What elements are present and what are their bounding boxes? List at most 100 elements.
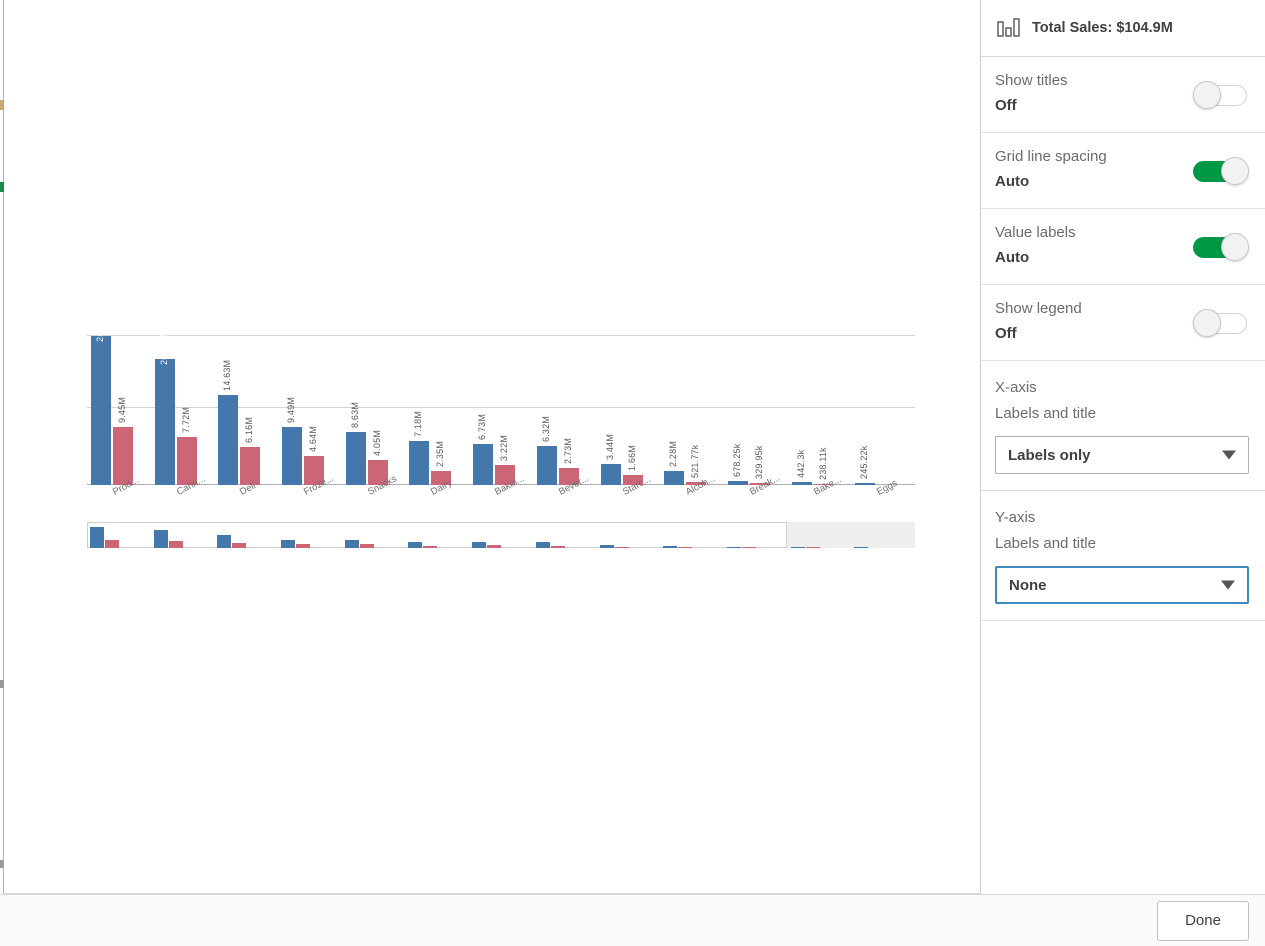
toggle-knob	[1221, 157, 1249, 185]
scrollbar-mini-bar	[90, 527, 104, 548]
scrollbar-mini-bar	[487, 545, 501, 548]
scrollbar-mini-bar	[663, 546, 677, 548]
show-titles-toggle[interactable]	[1193, 82, 1249, 108]
y-axis-labels-select[interactable]: None	[995, 566, 1249, 604]
prop-row-show-titles[interactable]: Show titles Off	[981, 57, 1265, 133]
bar-value-label: 245.22k	[860, 446, 869, 479]
x-axis-labels-select[interactable]: Labels only	[995, 436, 1249, 474]
bar-series1[interactable]	[728, 481, 748, 485]
bar-value-label: 238.11k	[819, 447, 828, 480]
scrollbar-mini-bar	[423, 546, 437, 548]
y-axis-selected-value: None	[1009, 577, 1047, 594]
toggle-knob	[1221, 233, 1249, 261]
bar-series1[interactable]	[218, 395, 238, 485]
scrollbar-mini-bar	[678, 547, 692, 548]
bar-value-label: 329.95k	[755, 446, 764, 479]
scrollbar-mini-bar	[169, 541, 183, 548]
toggle-knob	[1193, 81, 1221, 109]
scrollbar-mini-bar	[615, 547, 629, 548]
grid-line-spacing-toggle[interactable]	[1193, 158, 1249, 184]
scrollbar-mini-bar	[232, 543, 246, 548]
value-labels-toggle[interactable]	[1193, 234, 1249, 260]
background-app-sliver	[0, 0, 4, 894]
chevron-down-icon	[1222, 451, 1236, 460]
bar-value-label: 678.25k	[733, 444, 742, 477]
bar-value-label: 8.63M	[351, 402, 360, 428]
bar-series1[interactable]	[664, 471, 684, 485]
bar-series1[interactable]	[537, 446, 557, 485]
bar-series1[interactable]	[601, 464, 621, 485]
bar-value-label: 6.16M	[245, 417, 254, 443]
bar-value-label: 442.3k	[797, 450, 806, 478]
y-axis-subtitle: Labels and title	[995, 531, 1249, 557]
panel-title: Total Sales: $104.9M	[1032, 20, 1173, 36]
scrollbar-mini-bar	[217, 535, 231, 548]
bar-value-label: 521.77k	[691, 445, 700, 478]
chart-plot-area[interactable]: 24.18M9.45M20.52M7.72M14.63M6.16M9.49M4.…	[87, 330, 917, 485]
scrollbar-mini-bar	[472, 542, 486, 548]
bar-series1[interactable]	[855, 483, 875, 485]
bar-value-label: 4.64M	[309, 426, 318, 452]
chart-scrollbar[interactable]	[87, 522, 915, 548]
scrollbar-mini-bar	[154, 530, 168, 548]
x-axis-selected-value: Labels only	[1008, 447, 1091, 464]
scrollbar-mini-bar	[296, 544, 310, 548]
bar-value-label: 20.52M	[160, 334, 169, 365]
bar-series1[interactable]	[346, 432, 366, 485]
bar-value-label: 7.18M	[414, 411, 423, 437]
scrollbar-mini-bar	[360, 544, 374, 548]
bar-value-label: 1.66M	[628, 445, 637, 471]
scrollbar-mini-bar	[345, 540, 359, 548]
chart-canvas[interactable]: 24.18M 9.45M 20.52M 7.72M 14.63M 6.16M 9.49M 4.…	[5, 0, 980, 894]
scrollbar-mini-bar	[281, 540, 295, 548]
done-button[interactable]: Done	[1157, 901, 1249, 941]
x-axis-title: X-axis	[995, 375, 1249, 401]
bar-value-label: 14.63M	[223, 360, 232, 391]
x-axis-labels: Prod...Cann...DeliFroze...SnacksDairyBak…	[87, 488, 917, 522]
prop-row-x-axis: X-axis Labels and title Labels only	[981, 361, 1265, 491]
footer-bar: Done	[0, 894, 1265, 946]
chart-scrollbar-preview	[87, 524, 915, 548]
sliver-mark	[0, 680, 4, 688]
bar-value-label: 6.73M	[478, 414, 487, 440]
bar-series1[interactable]	[282, 427, 302, 485]
scrollbar-mini-bar	[727, 547, 741, 548]
bar-series1[interactable]	[473, 444, 493, 485]
gridline	[87, 407, 915, 408]
scrollbar-mini-bar	[536, 542, 550, 548]
bar-chart-icon	[997, 18, 1021, 38]
chevron-down-icon	[1221, 581, 1235, 590]
scrollbar-mini-bar	[854, 547, 868, 548]
scrollbar-mini-bar	[600, 545, 614, 548]
scrollbar-mini-bar	[791, 547, 805, 548]
bar-value-label: 3.22M	[500, 435, 509, 461]
bar-series1[interactable]	[155, 359, 175, 485]
bar-value-label: 9.45M	[118, 397, 127, 423]
scrollbar-mini-bar	[806, 547, 820, 548]
bar-value-label: 7.72M	[182, 407, 191, 433]
bar-series1[interactable]	[91, 336, 111, 485]
scrollbar-mini-bar	[742, 547, 756, 548]
bar-series1[interactable]	[409, 441, 429, 485]
sliver-mark	[0, 182, 4, 192]
bar-value-label: 2.28M	[669, 441, 678, 467]
prop-row-show-legend[interactable]: Show legend Off	[981, 285, 1265, 361]
show-legend-toggle[interactable]	[1193, 310, 1249, 336]
bar-value-label: 4.05M	[373, 430, 382, 456]
bar-value-label: 3.44M	[606, 434, 615, 460]
bar-value-label: 9.49M	[287, 397, 296, 423]
bar-value-label: 2.73M	[564, 438, 573, 464]
scrollbar-mini-bar	[105, 540, 119, 548]
bar-series2[interactable]	[113, 427, 133, 485]
prop-row-value-labels[interactable]: Value labels Auto	[981, 209, 1265, 285]
properties-panel: Total Sales: $104.9M Show titles Off Gri…	[980, 0, 1265, 894]
sliver-mark	[0, 100, 4, 110]
y-axis-title: Y-axis	[995, 505, 1249, 531]
bar-value-label: 24.18M	[96, 311, 105, 342]
bar-chart[interactable]: 24.18M9.45M20.52M7.72M14.63M6.16M9.49M4.…	[87, 330, 917, 555]
bar-series1[interactable]	[792, 482, 812, 485]
prop-row-y-axis: Y-axis Labels and title None	[981, 491, 1265, 621]
panel-header: Total Sales: $104.9M	[981, 0, 1265, 57]
bar-series2[interactable]	[240, 447, 260, 485]
prop-row-grid-line-spacing[interactable]: Grid line spacing Auto	[981, 133, 1265, 209]
